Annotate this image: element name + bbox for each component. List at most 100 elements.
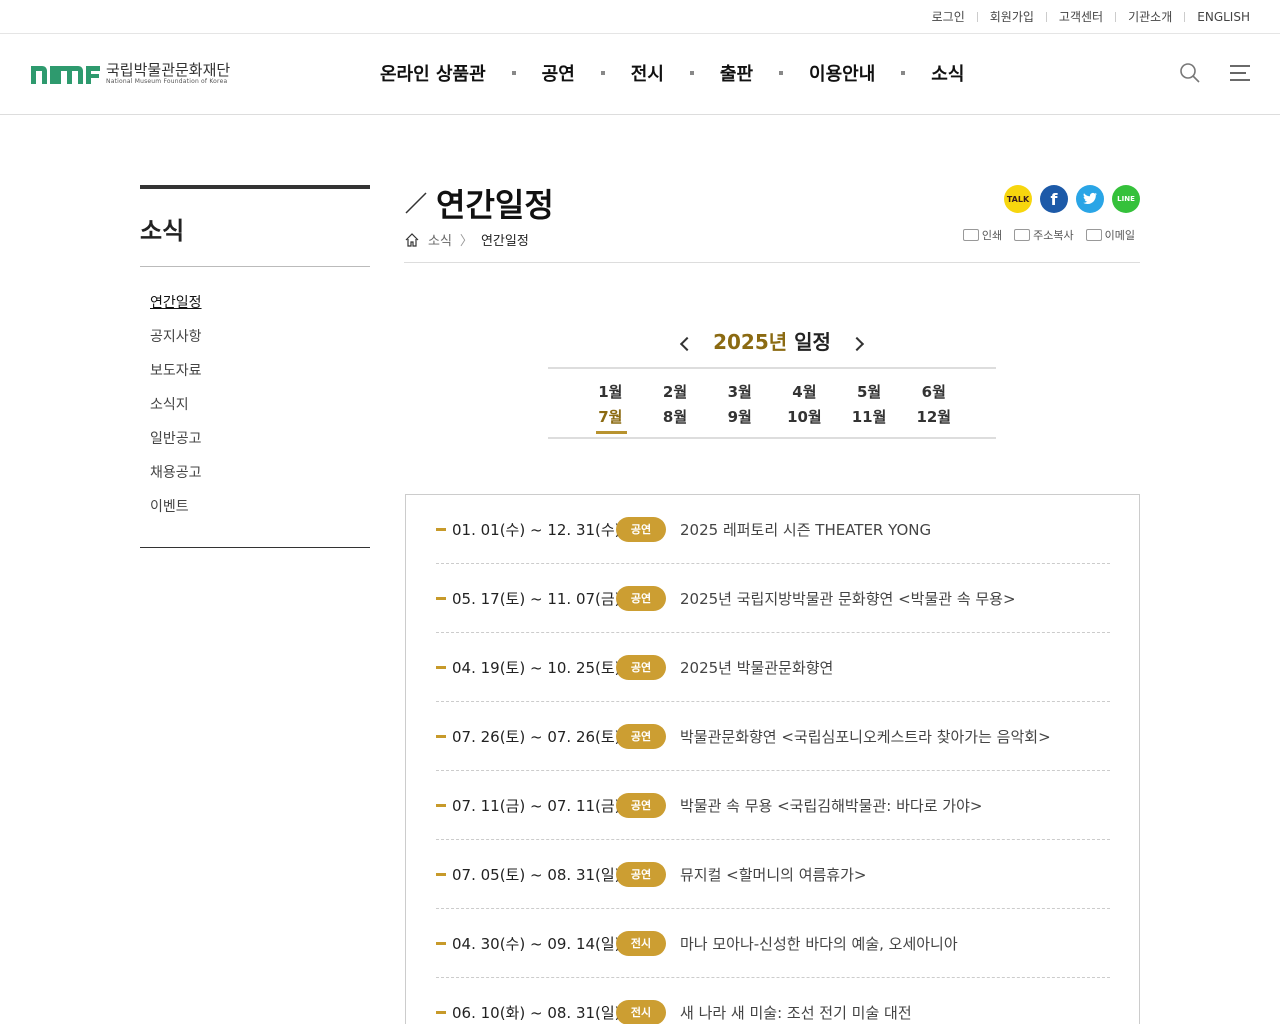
list-item[interactable]: 04. 19(토) ~ 10. 25(토) 공연 2025년 박물관문화향연: [436, 633, 1110, 702]
email-icon: [1085, 229, 1102, 241]
tab-month-5[interactable]: 5월: [837, 381, 902, 402]
menu-icon[interactable]: [1228, 61, 1252, 85]
sns-share: TALK f LINE: [1004, 185, 1140, 213]
tab-month-9[interactable]: 9월: [707, 406, 772, 427]
next-year-button[interactable]: [849, 336, 864, 351]
schedule-date: 06. 10(화) ~ 08. 31(일): [452, 1003, 621, 1022]
schedule-date: 05. 17(토) ~ 11. 07(금): [452, 589, 621, 608]
schedule-date: 07. 26(토) ~ 07. 26(토): [452, 727, 621, 746]
login-link[interactable]: 로그인: [932, 8, 965, 25]
tab-month-8[interactable]: 8월: [643, 406, 708, 427]
category-badge: 전시: [616, 999, 666, 1024]
schedule-title[interactable]: 뮤지컬 <할머니의 여름휴가>: [680, 864, 866, 885]
home-icon[interactable]: [404, 232, 420, 248]
nav-online-shop[interactable]: 온라인 상품관: [380, 60, 486, 86]
side-nav-list: 연간일정 공지사항 보도자료 소식지 일반공고 채용공고 이벤트: [140, 267, 370, 548]
list-item[interactable]: 07. 11(금) ~ 07. 11(금) 공연 박물관 속 무용 <국립김해박…: [436, 771, 1110, 840]
print-label: 인쇄: [981, 229, 1003, 242]
nav-publication[interactable]: 출판: [720, 60, 753, 86]
tab-month-12[interactable]: 12월: [901, 406, 966, 427]
tab-month-6[interactable]: 6월: [901, 381, 966, 402]
schedule-title[interactable]: 마나 모아나-신성한 바다의 예술, 오세아니아: [680, 933, 958, 954]
schedule-date: 07. 11(금) ~ 07. 11(금): [452, 796, 621, 815]
copy-url-label: 주소복사: [1033, 229, 1074, 242]
list-item[interactable]: 07. 26(토) ~ 07. 26(토) 공연 박물관문화향연 <국립심포니오…: [436, 702, 1110, 771]
kakaotalk-icon[interactable]: TALK: [1004, 185, 1032, 213]
twitter-icon[interactable]: [1076, 185, 1104, 213]
nav-separator: [511, 71, 516, 75]
side-nav-item-general-announcements[interactable]: 일반공고: [150, 425, 370, 459]
signup-link[interactable]: 회원가입: [990, 8, 1034, 25]
slash-icon: [405, 192, 427, 214]
side-nav-item-press[interactable]: 보도자료: [150, 357, 370, 391]
schedule-title[interactable]: 새 나라 새 미술: 조선 전기 미술 대전: [680, 1002, 912, 1023]
nav-exhibition[interactable]: 전시: [631, 60, 664, 86]
year-label: 2025년: [713, 330, 788, 354]
customer-center-link[interactable]: 고객센터: [1059, 8, 1103, 25]
bullet-bar: [436, 734, 446, 738]
schedule-date: 01. 01(수) ~ 12. 31(수): [452, 520, 621, 539]
schedule-title[interactable]: 2025년 국립지방박물관 문화향연 <박물관 속 무용>: [680, 588, 1016, 609]
breadcrumb: 소식 〉 연간일정: [404, 230, 529, 249]
divider: [404, 262, 1140, 263]
header: 국립박물관문화재단 National Museum Foundation of …: [0, 34, 1280, 115]
tab-month-7[interactable]: 7월: [578, 406, 643, 434]
utility-bar: 로그인 회원가입 고객센터 기관소개 ENGLISH: [0, 0, 1280, 34]
schedule-title[interactable]: 박물관 속 무용 <국립김해박물관: 바다로 가야>: [680, 795, 982, 816]
nav-separator: [600, 71, 605, 75]
nav-separator: [779, 71, 784, 75]
nmf-logo-icon: [31, 65, 100, 84]
tab-month-10[interactable]: 10월: [772, 406, 837, 427]
year-selector: 2025년 일정: [404, 326, 1140, 355]
bullet-bar: [436, 596, 446, 600]
facebook-icon[interactable]: f: [1040, 185, 1068, 213]
schedule-title[interactable]: 2025년 박물관문화향연: [680, 657, 833, 678]
utility-links: 로그인 회원가입 고객센터 기관소개 ENGLISH: [932, 8, 1250, 25]
category-badge: 공연: [616, 792, 666, 818]
tab-month-2[interactable]: 2월: [643, 381, 708, 402]
schedule-title[interactable]: 2025 레퍼토리 시즌 THEATER YONG: [680, 519, 931, 540]
side-nav-item-annual-schedule[interactable]: 연간일정: [150, 289, 370, 323]
line-icon[interactable]: LINE: [1112, 185, 1140, 213]
nav-news[interactable]: 소식: [931, 60, 964, 86]
tab-month-3[interactable]: 3월: [707, 381, 772, 402]
schedule-date: 04. 30(수) ~ 09. 14(일): [452, 934, 621, 953]
nav-guide[interactable]: 이용안내: [809, 60, 875, 86]
breadcrumb-news[interactable]: 소식: [428, 230, 452, 249]
category-badge: 공연: [616, 654, 666, 680]
logo-korean-text: 국립박물관문화재단: [106, 61, 231, 79]
print-button[interactable]: 인쇄: [962, 227, 1003, 243]
search-icon[interactable]: [1178, 61, 1202, 85]
copy-url-button[interactable]: 주소복사: [1014, 227, 1074, 243]
side-nav-item-events[interactable]: 이벤트: [150, 493, 370, 527]
prev-year-button[interactable]: [680, 336, 695, 351]
print-icon: [962, 229, 979, 241]
side-nav-item-newsletter[interactable]: 소식지: [150, 391, 370, 425]
side-nav-item-recruitment[interactable]: 채용공고: [150, 459, 370, 493]
tab-month-4[interactable]: 4월: [772, 381, 837, 402]
divider: [1115, 11, 1117, 22]
breadcrumb-separator: 〉: [459, 234, 473, 249]
bullet-bar: [436, 941, 446, 945]
list-item[interactable]: 01. 01(수) ~ 12. 31(수) 공연 2025 레퍼토리 시즌 TH…: [436, 495, 1110, 564]
year-suffix: 일정: [787, 330, 831, 354]
category-badge: 공연: [616, 861, 666, 887]
tab-month-11[interactable]: 11월: [837, 406, 902, 427]
tab-month-1[interactable]: 1월: [578, 381, 643, 402]
list-item[interactable]: 05. 17(토) ~ 11. 07(금) 공연 2025년 국립지방박물관 문…: [436, 564, 1110, 633]
logo[interactable]: 국립박물관문화재단 National Museum Foundation of …: [30, 62, 230, 85]
list-item[interactable]: 04. 30(수) ~ 09. 14(일) 전시 마나 모아나-신성한 바다의 …: [436, 909, 1110, 978]
category-badge: 공연: [616, 723, 666, 749]
english-link[interactable]: ENGLISH: [1197, 10, 1250, 24]
side-nav-item-notices[interactable]: 공지사항: [150, 323, 370, 357]
email-button[interactable]: 이메일: [1085, 227, 1135, 243]
schedule-title[interactable]: 박물관문화향연 <국립심포니오케스트라 찾아가는 음악회>: [680, 726, 1051, 747]
category-badge: 전시: [616, 930, 666, 956]
schedule-date: 04. 19(토) ~ 10. 25(토): [452, 658, 621, 677]
about-link[interactable]: 기관소개: [1128, 8, 1172, 25]
main-nav: 온라인 상품관 공연 전시 출판 이용안내 소식: [380, 60, 964, 86]
page-tools: 인쇄 주소복사 이메일: [962, 227, 1135, 243]
list-item[interactable]: 07. 05(토) ~ 08. 31(일) 공연 뮤지컬 <할머니의 여름휴가>: [436, 840, 1110, 909]
nav-performance[interactable]: 공연: [542, 60, 575, 86]
list-item[interactable]: 06. 10(화) ~ 08. 31(일) 전시 새 나라 새 미술: 조선 전…: [436, 978, 1110, 1024]
